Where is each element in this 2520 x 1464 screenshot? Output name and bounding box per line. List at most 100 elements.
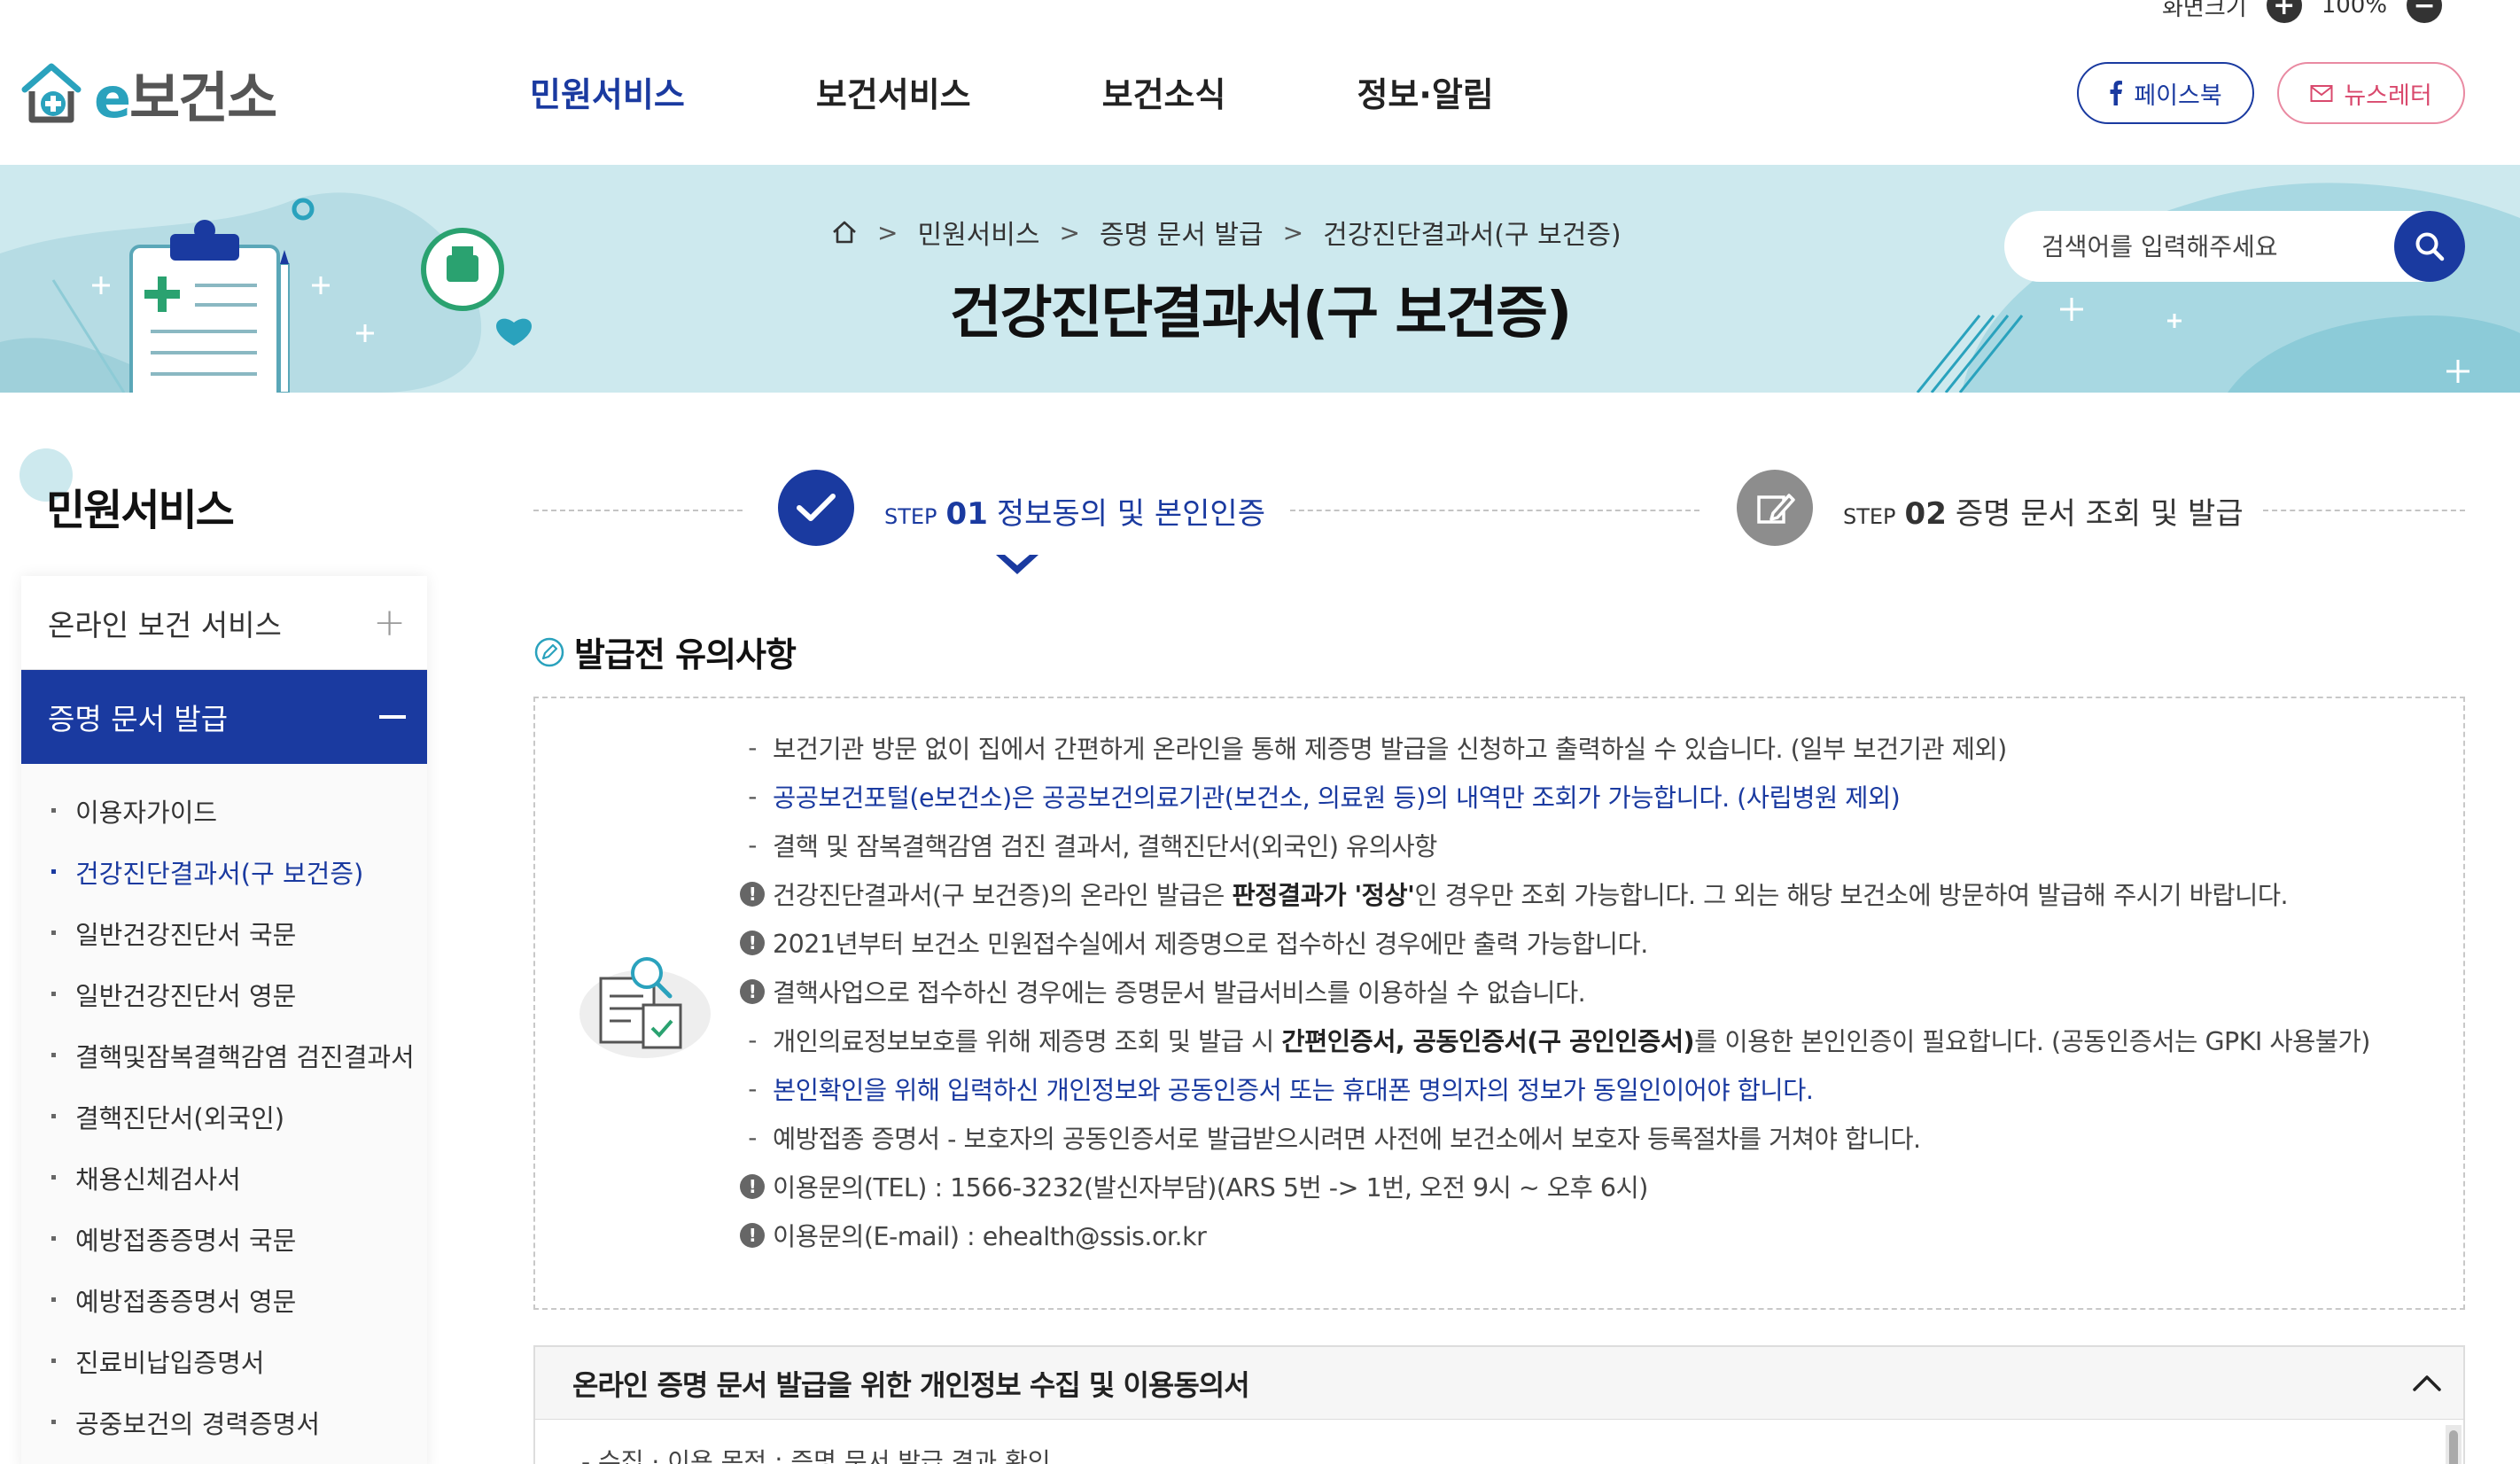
bullet-icon [51,1297,56,1302]
document-search-icon [574,946,716,1065]
check-icon [778,470,854,546]
notice-section-title: 발급전 유의사항 [533,627,797,676]
notice-item: ! 건강진단결과서(구 보건증)의 온라인 발급은 판정결과가 '정상'인 경우만… [735,869,2370,918]
page-banner: > 민원서비스 > 증명 문서 발급 > 건강진단결과서(구 보건증) 건강진단… [0,165,2520,393]
sidebar-item[interactable]: 채용신체검사서 [21,1147,427,1208]
dash-icon: - [748,782,757,811]
newsletter-label: 뉴스레터 [2344,82,2432,110]
step-1: STEP 01 정보동의 및 본인인증 [884,489,1265,533]
logo-e: e [94,66,131,130]
bullet-icon [51,1114,56,1118]
bullet-icon [51,1175,56,1180]
logo-text: 보건소 [129,66,277,130]
main-nav: 민원서비스 보건서비스 보건소식 정보·알림 [530,67,1494,116]
search-button[interactable] [2394,211,2465,282]
zoom-label: 화면크기 [2162,0,2247,21]
step-2-label: 증명 문서 조회 및 발급 [1955,496,2244,532]
breadcrumb-item[interactable]: 증명 문서 발급 [1100,213,1264,252]
notice-item: ! 2021년부터 보건소 민원접수실에서 제증명으로 접수하신 경우에만 출력 … [735,918,2370,967]
chevron-right-icon: > [1282,217,1304,247]
bullet-icon [51,1053,56,1057]
bullet-icon [51,869,56,874]
sidebar-item[interactable]: 예방접종증명서 영문 [21,1269,427,1330]
dash-icon: - [748,1074,757,1103]
notice-item: - 개인의료정보보호를 위해 제증명 조회 및 발급 시 간편인증서, 공동인증서… [748,1025,2370,1056]
notice-item: - 결핵 및 잠복결핵감염 검진 결과서, 결핵진단서(외국인) 유의사항 [748,830,1437,861]
dash-icon: - [748,1025,757,1055]
search-input[interactable] [2042,231,2378,261]
bullet-icon [51,931,56,935]
exclamation-icon: ! [740,978,765,1004]
breadcrumb: > 민원서비스 > 증명 문서 발급 > 건강진단결과서(구 보건증) [831,213,1622,252]
notice-item: - 보건기관 방문 없이 집에서 간편하게 온라인을 통해 제증명 발급을 신청하… [748,733,2007,764]
step-divider [2263,510,2465,511]
sidebar-title: 민원서비스 [46,486,235,535]
notice-item: ! 이용문의(TEL) : 1566-3232(발신자부담)(ARS 5번 -> … [735,1162,2370,1211]
exclamation-icon: ! [740,930,765,955]
dash-icon: - [748,1123,757,1152]
zoom-out-button[interactable]: − [2407,0,2443,23]
facebook-button[interactable]: 페이스북 [2077,62,2254,124]
zoom-in-button[interactable]: + [2266,0,2302,23]
notice-item: - 본인확인을 위해 입력하신 개인정보와 공동인증서 또는 휴대폰 명의자의 정… [748,1074,1814,1105]
step-divider [1290,510,1699,511]
sidebar-item[interactable]: 예방접종증명서 국문 [21,1208,427,1269]
breadcrumb-item[interactable]: 민원서비스 [917,213,1039,252]
step-2: STEP 02 증명 문서 조회 및 발급 [1843,489,2244,533]
privacy-agreement-title: 온라인 증명 문서 발급을 위한 개인정보 수집 및 이용동의서 [572,1367,1250,1402]
dash-icon: - [748,733,757,762]
facebook-label: 페이스북 [2134,82,2222,110]
plus-icon: + [373,600,406,645]
search-box [2004,211,2465,282]
sidebar-category-label: 온라인 보건 서비스 [48,607,282,642]
bullet-icon [51,1359,56,1363]
home-icon[interactable] [831,220,858,245]
chevron-right-icon: > [1059,217,1080,247]
sidebar-category-certificates[interactable]: 증명 문서 발급 [21,670,427,764]
chevron-up-icon[interactable] [2412,1374,2442,1393]
nav-health-service[interactable]: 보건서비스 [816,67,971,116]
notice-item: ! 결핵사업으로 접수하신 경우에는 증명문서 발급서비스를 이용하실 수 없습니… [735,967,2370,1016]
bullet-icon [51,808,56,813]
dash-icon: - [748,830,757,860]
notice-list: - 보건기관 방문 없이 집에서 간편하게 온라인을 통해 제증명 발급을 신청하… [735,723,2370,1259]
notice-box: - 보건기관 방문 없이 집에서 간편하게 온라인을 통해 제증명 발급을 신청하… [533,697,2465,1310]
sidebar-item[interactable]: 공중보건의 경력증명서 [21,1391,427,1452]
nav-health-news[interactable]: 보건소식 [1102,67,1226,116]
site-logo[interactable]: e보건소 [19,53,277,133]
step-divider [533,510,743,511]
exclamation-icon: ! [740,1222,765,1248]
sidebar-item-active[interactable]: 건강진단결과서(구 보건증) [21,841,427,902]
sidebar-item[interactable]: 일반건강진단서 영문 [21,963,427,1024]
pencil-circle-icon [534,637,564,666]
nav-civil-service[interactable]: 민원서비스 [530,67,685,116]
zoom-value: 100% [2321,0,2388,19]
scrollbar[interactable] [2446,1425,2462,1464]
newsletter-button[interactable]: 뉴스레터 [2277,62,2465,124]
bullet-icon [51,992,56,996]
pencil-icon [1737,470,1813,546]
sidebar-item[interactable]: 결핵진단서(외국인) [21,1086,427,1147]
sidebar-item[interactable]: 이용자가이드 [21,780,427,841]
sidebar-submenu: 이용자가이드 건강진단결과서(구 보건증) 일반건강진단서 국문 일반건강진단서… [21,764,427,1464]
nav-info-notice[interactable]: 정보·알림 [1357,67,1493,116]
sidebar-category-online-health[interactable]: 온라인 보건 서비스 + [21,576,427,670]
step-1-label: 정보동의 및 본인인증 [996,496,1265,532]
sidebar-menu: 온라인 보건 서비스 + 증명 문서 발급 이용자가이드 건강진단결과서(구 보… [21,576,427,1464]
search-icon [2415,232,2445,261]
notice-item: - 공공보건포털(e보건소)은 공공보건의료기관(보건소, 의료원 등)의 내역만… [748,782,1901,813]
facebook-icon [2110,81,2123,105]
sidebar-item[interactable]: 일반건강진단서 국문 [21,902,427,963]
scrollbar-thumb[interactable] [2449,1430,2458,1464]
current-step-arrow-icon [996,555,1038,574]
exclamation-icon: ! [740,881,765,907]
sidebar-item[interactable]: 결핵및잠복결핵감염 검진결과서 [21,1024,427,1086]
privacy-agreement-content: - 수집 · 이용 목적 : 증명 문서 발급 결과 확인 [581,1447,1051,1464]
sidebar-item[interactable]: 진료비납입증명서 [21,1330,427,1391]
zoom-control: 화면크기 + 100% − [2162,0,2443,23]
breadcrumb-item-current[interactable]: 건강진단결과서(구 보건증) [1323,213,1622,252]
notice-item: ! 이용문의(E-mail) : ehealth@ssis.or.kr [735,1211,2370,1259]
privacy-agreement-header[interactable]: 온라인 증명 문서 발급을 위한 개인정보 수집 및 이용동의서 [535,1347,2463,1420]
bullet-icon [51,1420,56,1424]
house-plus-icon [21,63,82,123]
